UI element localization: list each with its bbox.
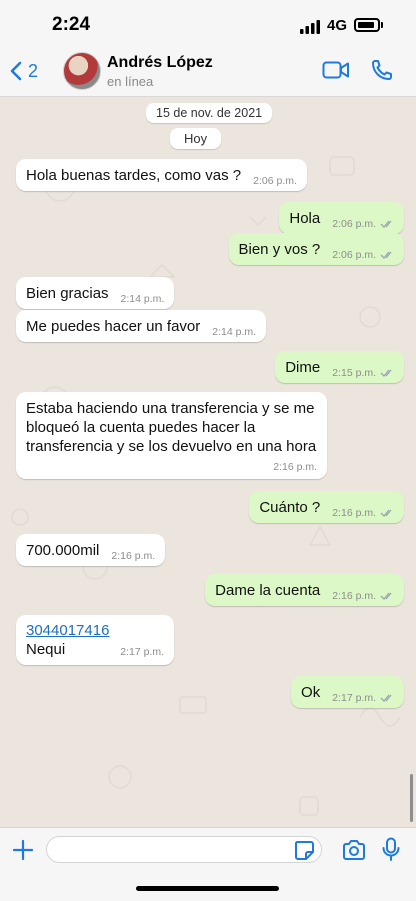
message-text: Bien y vos ? bbox=[238, 241, 321, 258]
camera-icon[interactable] bbox=[342, 839, 366, 861]
chat-area[interactable]: 15 de nov. de 2021 Hoy Hola buenas tarde… bbox=[0, 97, 416, 827]
message-outgoing[interactable]: Dame la cuenta 2:16 p.m. bbox=[205, 574, 404, 606]
network-type: 4G bbox=[327, 17, 348, 34]
message-outgoing[interactable]: Bien y vos ? 2:06 p.m. bbox=[228, 233, 404, 265]
contact-avatar[interactable] bbox=[63, 52, 101, 90]
message-time: 2:17 p.m. bbox=[120, 646, 164, 658]
phone-call-icon[interactable] bbox=[370, 58, 394, 82]
read-ticks-icon bbox=[380, 220, 392, 228]
message-time: 2:14 p.m. bbox=[212, 326, 257, 338]
battery-tip bbox=[381, 22, 383, 28]
status-bar: 2:24 4G bbox=[0, 0, 416, 48]
back-button[interactable]: 2 bbox=[10, 58, 38, 84]
message-time: 2:06 p.m. bbox=[253, 175, 297, 187]
message-text: Bien gracias bbox=[26, 285, 109, 302]
contact-status: en línea bbox=[107, 74, 154, 89]
read-ticks-icon bbox=[380, 509, 392, 517]
battery-icon bbox=[354, 18, 380, 32]
phone-number-link[interactable]: 3044017416 bbox=[26, 621, 164, 640]
read-ticks-icon bbox=[380, 592, 392, 600]
video-call-icon[interactable] bbox=[322, 60, 350, 80]
message-outgoing[interactable]: Dime 2:15 p.m. bbox=[275, 351, 404, 383]
message-text: Me puedes hacer un favor bbox=[26, 318, 201, 335]
message-text: Ok bbox=[301, 684, 321, 701]
cell-signal-icon bbox=[300, 20, 320, 34]
message-outgoing[interactable]: Ok 2:17 p.m. bbox=[291, 676, 404, 708]
back-unread-count: 2 bbox=[28, 60, 39, 81]
message-time: 2:06 p.m. bbox=[332, 218, 376, 230]
microphone-icon[interactable] bbox=[381, 837, 401, 863]
message-text: Dame la cuenta bbox=[215, 582, 321, 599]
message-line: transferencia y se los devuelvo en una h… bbox=[26, 438, 317, 455]
message-text: Cuánto ? bbox=[259, 499, 321, 516]
message-line: bloqueó la cuenta puedes hacer la bbox=[26, 419, 256, 436]
read-ticks-icon bbox=[380, 251, 392, 259]
day-separator: Hoy bbox=[170, 128, 222, 149]
date-separator: 15 de nov. de 2021 bbox=[146, 103, 273, 123]
message-input[interactable] bbox=[46, 836, 322, 863]
message-text: 700.000mil bbox=[26, 542, 100, 559]
read-ticks-icon bbox=[380, 369, 392, 377]
message-incoming[interactable]: 700.000mil 2:16 p.m. bbox=[16, 534, 166, 566]
chat-scrollbar[interactable] bbox=[410, 774, 413, 822]
message-incoming[interactable]: Bien gracias 2:14 p.m. bbox=[16, 277, 175, 309]
message-time: 2:16 p.m. bbox=[111, 550, 156, 562]
message-line: Estaba haciendo una transferencia y se m… bbox=[26, 400, 315, 417]
message-outgoing[interactable]: Cuánto ? 2:16 p.m. bbox=[249, 491, 404, 523]
message-time: 2:16 p.m. bbox=[273, 461, 317, 473]
message-time: 2:14 p.m. bbox=[120, 293, 165, 305]
chat-header: 2 Andrés López en línea bbox=[0, 48, 416, 97]
status-time: 2:24 bbox=[52, 14, 91, 35]
message-incoming[interactable]: Estaba haciendo una transferencia y se m… bbox=[16, 392, 327, 479]
message-text: Hola buenas tardes, como vas ? bbox=[26, 167, 242, 184]
contact-name[interactable]: Andrés López bbox=[107, 54, 213, 72]
read-ticks-icon bbox=[380, 694, 392, 702]
message-time: 2:16 p.m. bbox=[332, 590, 376, 602]
back-chevron-icon bbox=[10, 61, 22, 81]
message-text: Dime bbox=[285, 359, 321, 376]
message-incoming[interactable]: Hola buenas tardes, como vas ? 2:06 p.m. bbox=[16, 159, 307, 191]
message-outgoing[interactable]: Hola 2:06 p.m. bbox=[279, 202, 404, 234]
message-incoming[interactable]: Me puedes hacer un favor 2:14 p.m. bbox=[16, 310, 267, 342]
message-incoming[interactable]: 3044017416 Nequi 2:17 p.m. bbox=[16, 615, 174, 665]
message-time: 2:15 p.m. bbox=[332, 367, 376, 379]
message-time: 2:06 p.m. bbox=[332, 249, 376, 261]
plus-icon[interactable] bbox=[12, 839, 34, 861]
sticker-icon[interactable] bbox=[293, 839, 315, 861]
home-indicator[interactable] bbox=[136, 886, 279, 891]
message-text: Hola bbox=[289, 210, 321, 227]
message-time: 2:17 p.m. bbox=[332, 692, 376, 704]
input-bar bbox=[0, 827, 416, 901]
message-time: 2:16 p.m. bbox=[332, 507, 376, 519]
